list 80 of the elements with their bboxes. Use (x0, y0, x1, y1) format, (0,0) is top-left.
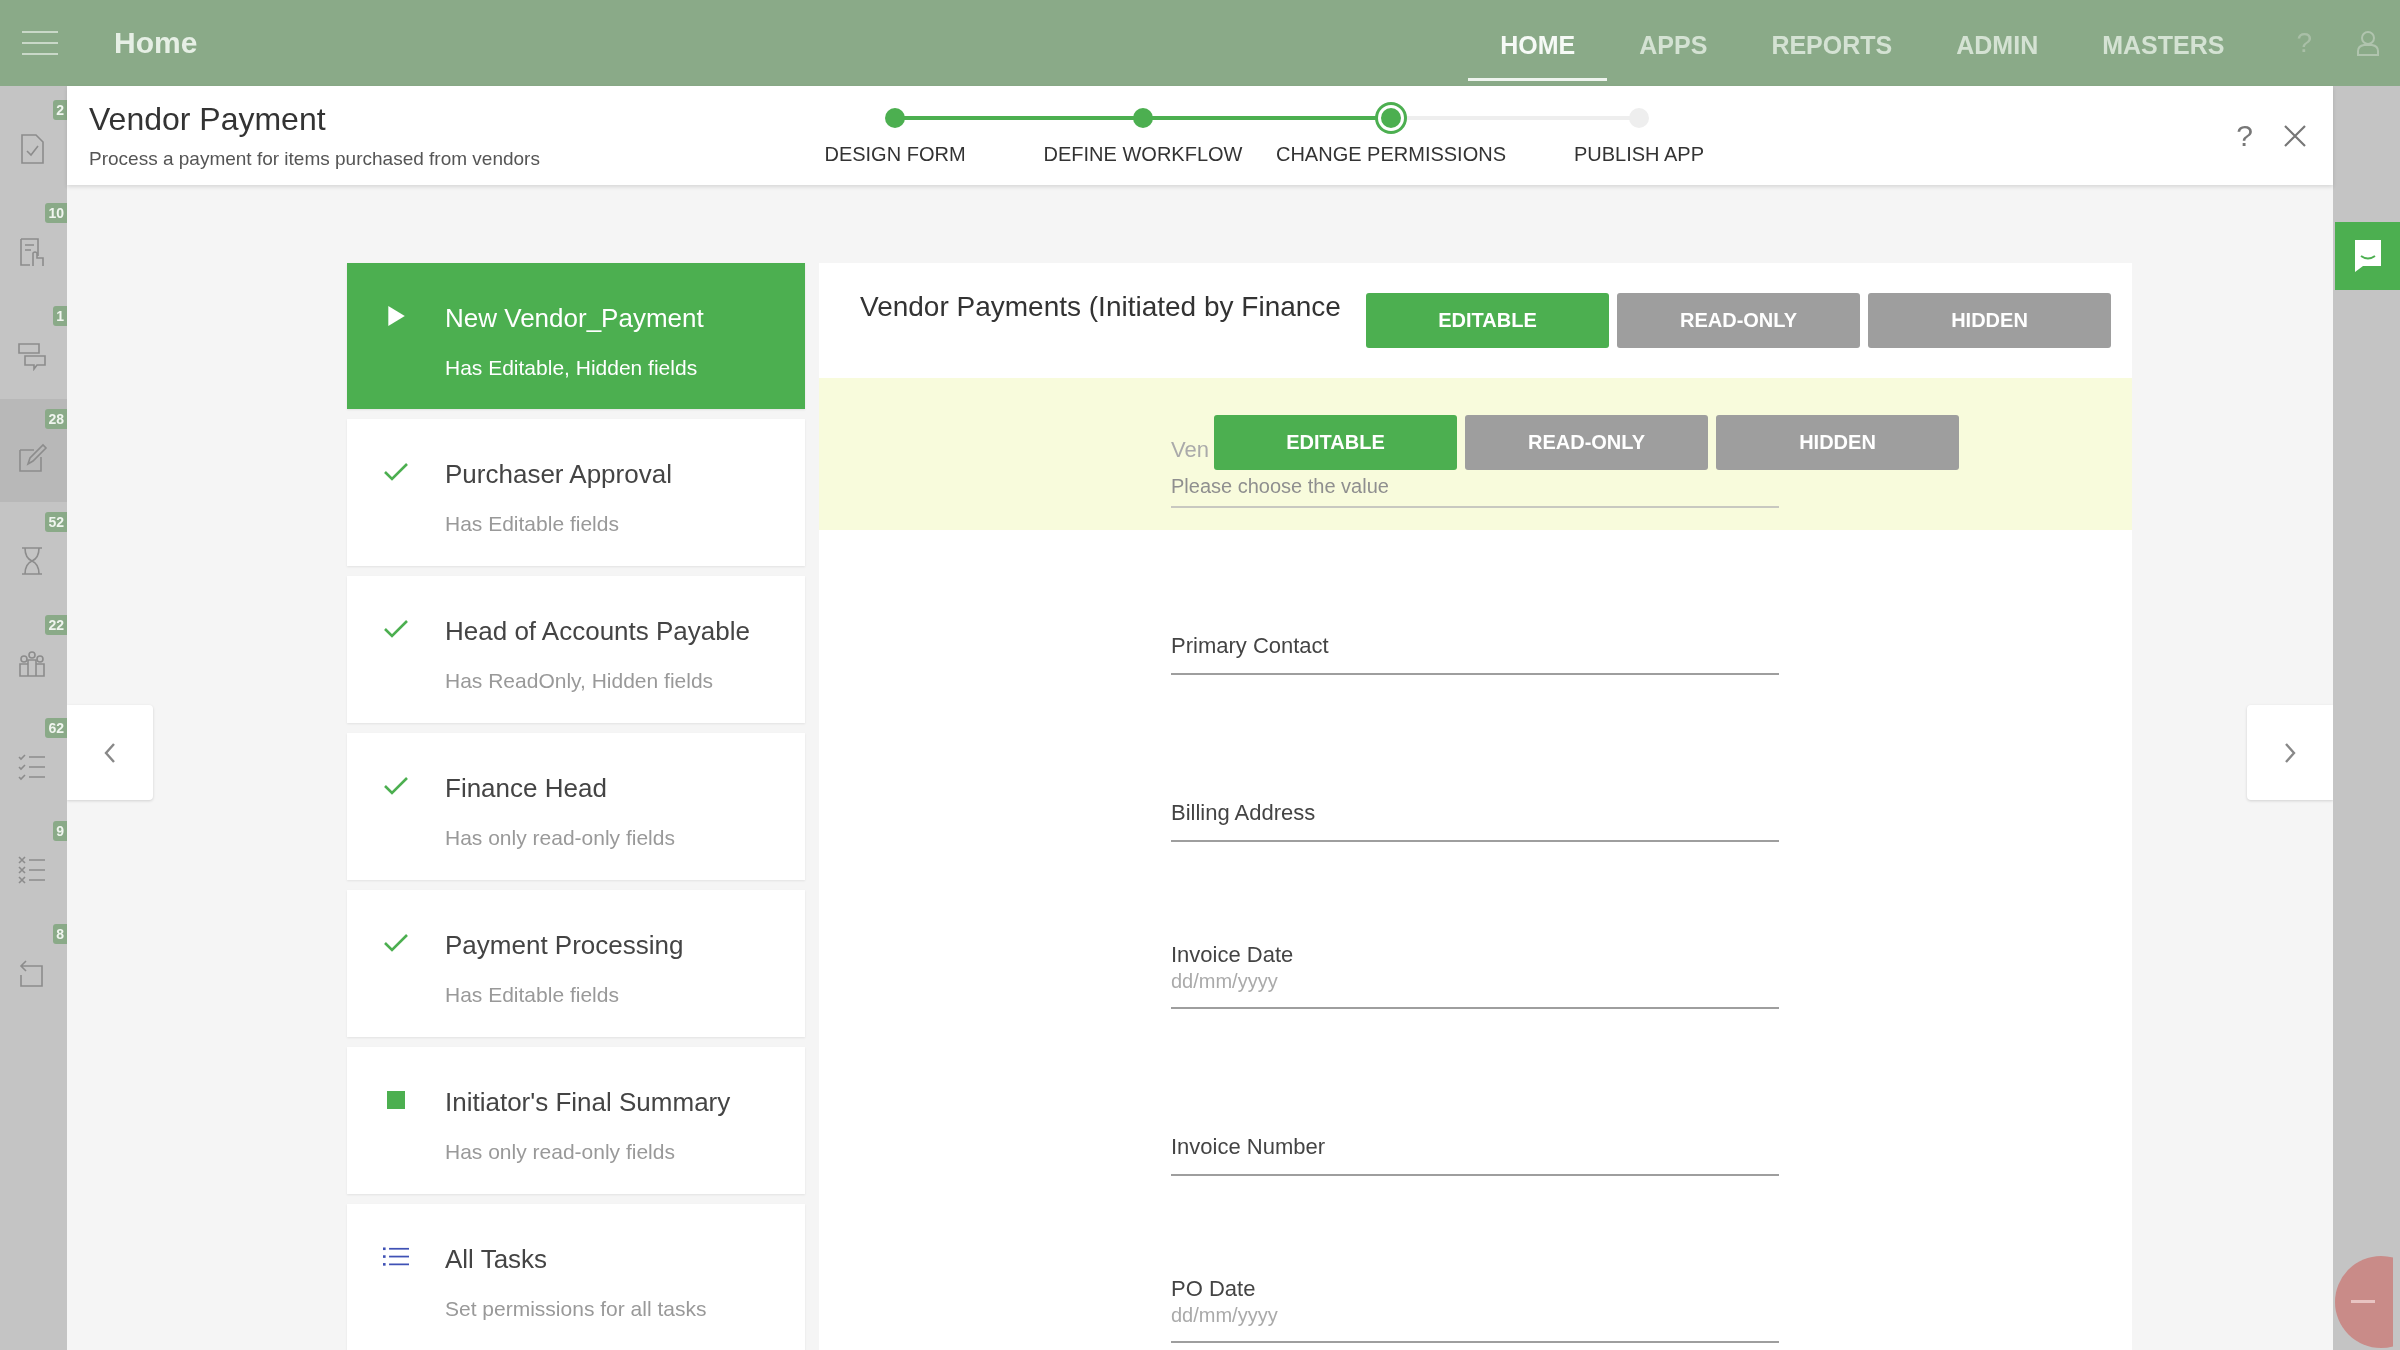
permission-button[interactable]: EDITABLE (1366, 293, 1609, 348)
sidebar-item[interactable]: 52 (0, 502, 67, 605)
list-icon (383, 1246, 409, 1268)
nav-tab[interactable]: REPORTS (1739, 5, 1925, 81)
page-title: Home (114, 26, 198, 60)
help-button[interactable]: ? (2236, 118, 2253, 153)
modal-subtitle: Process a payment for items purchased from vendors (89, 148, 541, 170)
input-field[interactable]: PO Date dd/mm/yyyy (1171, 1213, 1779, 1343)
task-name: All Tasks (445, 1244, 549, 1275)
check-icon (383, 775, 409, 797)
task-name: Initiator's Final Summary (445, 1087, 731, 1118)
permission-button[interactable]: READ-ONLY (1617, 293, 1860, 348)
task-item[interactable]: All Tasks Set permissions for all tasks (347, 1204, 805, 1350)
nav-tab[interactable]: ADMIN (1924, 5, 2071, 81)
fab-button[interactable] (2333, 1254, 2393, 1350)
next-button[interactable] (2247, 705, 2333, 800)
count-badge: 10 (45, 203, 67, 223)
count-badge: 28 (45, 409, 67, 429)
sidebar-item[interactable]: 22 (0, 605, 67, 708)
permission-button[interactable]: EDITABLE (1214, 415, 1457, 470)
task-item[interactable]: Head of Accounts Payable Has ReadOnly, Hidden fields (347, 576, 805, 723)
step-label[interactable]: CHANGE PERMISSIONS (1275, 143, 1506, 166)
sidebar-item[interactable]: 9 (0, 811, 67, 914)
task-description: Has Editable fields (445, 983, 620, 1007)
modal-title: Vendor Payment (89, 101, 327, 138)
sidebar-item[interactable]: 1 (0, 296, 67, 399)
cross-list-icon (15, 853, 48, 886)
sidebar-item[interactable]: 62 (0, 708, 67, 811)
step-label[interactable]: PUBLISH APP (1573, 143, 1705, 166)
close-icon[interactable] (2283, 123, 2307, 148)
task-description: Has only read-only fields (445, 826, 675, 850)
check-icon (383, 461, 409, 483)
step-label[interactable]: DEFINE WORKFLOW (1043, 143, 1243, 166)
count-badge: 52 (45, 512, 67, 532)
step-label[interactable]: DESIGN FORM (824, 143, 966, 166)
input-field[interactable]: Invoice Date dd/mm/yyyy (1171, 879, 1779, 1009)
permission-button[interactable]: HIDDEN (1716, 415, 1959, 470)
task-description: Has Editable, Hidden fields (445, 356, 699, 380)
count-badge: 8 (53, 924, 67, 944)
count-badge: 62 (45, 718, 67, 738)
task-item[interactable]: Payment Processing Has Editable fields (347, 890, 805, 1037)
task-item[interactable]: Purchaser Approval Has Editable fields (347, 419, 805, 566)
task-item[interactable]: New Vendor_Payment Has Editable, Hidden fields (347, 263, 805, 409)
task-description: Has only read-only fields (445, 1140, 676, 1164)
permission-button[interactable]: READ-ONLY (1465, 415, 1708, 470)
sidebar-item[interactable]: 2 (0, 90, 67, 193)
nav-tab[interactable]: APPS (1607, 5, 1740, 81)
task-name: New Vendor_Payment (445, 303, 704, 334)
form-title: Vendor Payments (Initiated by Finance (860, 291, 1341, 323)
nav-tab[interactable]: HOME (1468, 5, 1608, 81)
task-name: Head of Accounts Payable (445, 616, 750, 647)
input-field[interactable]: Billing Address (1171, 712, 1779, 842)
sidebar-item[interactable]: 8 (0, 914, 67, 1017)
permission-button[interactable]: HIDDEN (1868, 293, 2111, 348)
chevron-left-icon (103, 741, 117, 764)
count-badge: 22 (45, 615, 67, 635)
sidebar-item[interactable]: 10 (0, 193, 67, 296)
user-icon[interactable] (2356, 30, 2380, 56)
sidebar-item[interactable]: 28 (0, 399, 67, 502)
task-item[interactable]: Finance Head Has only read-only fields (347, 733, 805, 880)
task-item[interactable]: Initiator's Final Summary Has only read-only fields (347, 1047, 805, 1194)
count-badge: 2 (53, 100, 67, 120)
check-icon (383, 932, 409, 954)
previous-button[interactable] (67, 705, 153, 800)
count-badge: 1 (53, 306, 67, 326)
task-name: Payment Processing (445, 930, 684, 961)
chat-tab-icon[interactable] (2335, 222, 2400, 290)
count-badge: 9 (53, 821, 67, 841)
task-description: Has Editable fields (445, 512, 620, 536)
task-name: Finance Head (445, 773, 608, 804)
task-description: Set permissions for all tasks (445, 1297, 707, 1321)
task-description: Has ReadOnly, Hidden fields (445, 669, 715, 693)
input-field[interactable]: Primary Contact (1171, 545, 1779, 675)
check-icon (383, 618, 409, 640)
nav-tab[interactable]: MASTERS (2070, 5, 2257, 81)
menu-icon[interactable] (22, 30, 58, 56)
input-field[interactable]: Invoice Number (1171, 1046, 1779, 1176)
square-icon (387, 1091, 405, 1109)
task-name: Purchaser Approval (445, 459, 672, 490)
chevron-right-icon (2283, 741, 2297, 764)
